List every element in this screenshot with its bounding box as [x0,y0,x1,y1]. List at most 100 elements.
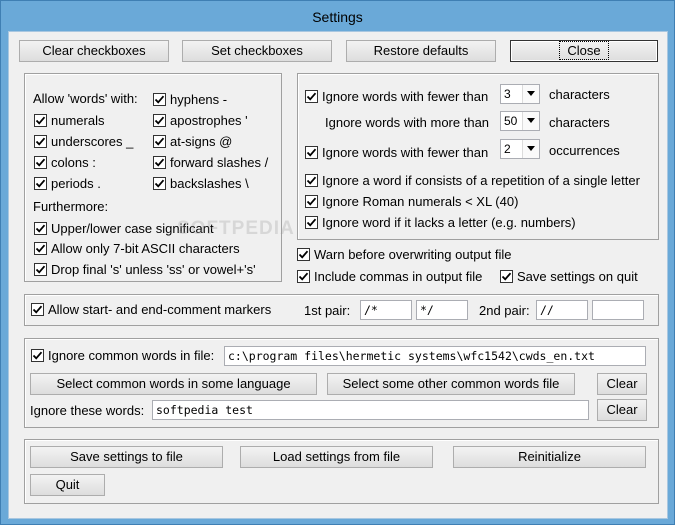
checkmark-icon [35,224,46,233]
min-chars-select[interactable]: 3 [500,84,540,104]
checkmark-icon [306,218,317,227]
ignore-these-words-input[interactable]: softpedia test [152,400,589,420]
hyphens-label: hyphens - [170,92,228,107]
ascii-only-checkbox[interactable] [34,242,47,255]
first-pair-end-input[interactable]: */ [416,300,468,320]
ignore-common-words-checkbox[interactable] [31,349,44,362]
min-occurrences-unit: occurrences [549,143,620,158]
clear-ignore-words-button[interactable]: Clear [597,399,647,421]
checkmark-icon [298,272,309,281]
second-pair-label: 2nd pair: [479,303,530,318]
first-pair-start-input[interactable]: /* [360,300,412,320]
ignore-roman-numerals-label: Ignore Roman numerals < XL (40) [322,194,519,209]
max-chars-select[interactable]: 50 [500,111,540,131]
checkmark-icon [154,179,165,188]
drop-final-s-checkbox[interactable] [34,263,47,276]
chevron-down-icon [527,118,535,123]
checkmark-icon [35,179,46,188]
save-on-quit-checkbox[interactable] [500,270,513,283]
select-language-words-button[interactable]: Select common words in some language [30,373,317,395]
min-occurrences-value: 2 [504,142,511,156]
checkmark-icon [35,265,46,274]
ignore-no-letter-label: Ignore word if it lacks a letter (e.g. n… [322,215,576,230]
ignore-these-words-label: Ignore these words: [30,403,145,418]
colons-checkbox[interactable] [34,156,47,169]
forward-slashes-checkbox[interactable] [153,156,166,169]
restore-defaults-button[interactable]: Restore defaults [346,40,496,62]
common-words-file-input[interactable]: c:\program files\hermetic systems\wfc154… [224,346,646,366]
ignore-repetition-checkbox[interactable] [305,174,318,187]
periods-checkbox[interactable] [34,177,47,190]
checkmark-icon [306,176,317,185]
numerals-label: numerals [51,113,105,128]
numerals-checkbox[interactable] [34,114,47,127]
select-other-file-button[interactable]: Select some other common words file [327,373,575,395]
underscores-checkbox[interactable] [34,135,47,148]
include-commas-checkbox[interactable] [297,270,310,283]
checkmark-icon [306,148,317,157]
case-significant-checkbox[interactable] [34,222,47,235]
checkmark-icon [154,95,165,104]
quit-button[interactable]: Quit [30,474,105,496]
ignore-fewer-occurrences-label: Ignore words with fewer than [322,145,489,160]
checkmark-icon [32,351,43,360]
checkmark-icon [35,158,46,167]
ignore-no-letter-checkbox[interactable] [305,216,318,229]
at-signs-checkbox[interactable] [153,135,166,148]
checkmark-icon [35,137,46,146]
save-settings-button[interactable]: Save settings to file [30,446,223,468]
ignore-repetition-label: Ignore a word if consists of a repetitio… [322,173,640,188]
dialog-client: Clear checkboxes Set checkboxes Restore … [8,31,668,519]
chevron-down-icon [527,146,535,151]
checkmark-icon [154,158,165,167]
checkmark-icon [154,116,165,125]
checkmark-icon [306,197,317,206]
checkmark-icon [35,116,46,125]
allow-comment-markers-checkbox[interactable] [31,303,44,316]
hyphens-checkbox[interactable] [153,93,166,106]
drop-final-s-label: Drop final 's' unless 'ss' or vowel+'s' [51,262,256,277]
window-title: Settings [312,9,363,25]
allow-words-label: Allow 'words' with: [33,91,138,106]
min-chars-dropdown-arrow[interactable] [522,85,539,103]
reinitialize-button[interactable]: Reinitialize [453,446,646,468]
max-chars-unit: characters [549,115,610,130]
backslashes-label: backslashes \ [170,176,249,191]
clear-checkboxes-button[interactable]: Clear checkboxes [19,40,169,62]
clear-common-file-button[interactable]: Clear [597,373,647,395]
checkmark-icon [32,305,43,314]
checkmark-icon [298,250,309,259]
second-pair-end-input[interactable] [592,300,644,320]
second-pair-start-input[interactable]: // [536,300,588,320]
settings-window: Settings Clear checkboxes Set checkboxes… [0,0,675,525]
max-chars-dropdown-arrow[interactable] [522,112,539,130]
furthermore-label: Furthermore: [33,199,109,214]
min-occurrences-select[interactable]: 2 [500,139,540,159]
apostrophes-checkbox[interactable] [153,114,166,127]
colons-label: colons : [51,155,96,170]
min-chars-unit: characters [549,87,610,102]
periods-label: periods . [51,176,101,191]
warn-overwrite-checkbox[interactable] [297,248,310,261]
ignore-more-chars-label: Ignore words with more than [325,115,490,130]
at-signs-label: at-signs @ [170,134,233,149]
min-occurrences-dropdown-arrow[interactable] [522,140,539,158]
checkmark-icon [35,244,46,253]
ignore-fewer-occurrences-checkbox[interactable] [305,146,318,159]
min-chars-value: 3 [504,87,511,101]
close-button-label: Close [559,41,609,60]
checkmark-icon [306,92,317,101]
set-checkboxes-button[interactable]: Set checkboxes [182,40,332,62]
load-settings-button[interactable]: Load settings from file [240,446,433,468]
close-button[interactable]: Close [510,40,658,62]
ascii-only-label: Allow only 7-bit ASCII characters [51,241,240,256]
max-chars-value: 50 [504,114,518,128]
apostrophes-label: apostrophes ' [170,113,248,128]
underscores-label: underscores _ [51,134,134,149]
ignore-roman-numerals-checkbox[interactable] [305,195,318,208]
forward-slashes-label: forward slashes / [170,155,269,170]
allow-comment-markers-label: Allow start- and end-comment markers [48,302,272,317]
chevron-down-icon [527,91,535,96]
backslashes-checkbox[interactable] [153,177,166,190]
ignore-fewer-chars-checkbox[interactable] [305,90,318,103]
